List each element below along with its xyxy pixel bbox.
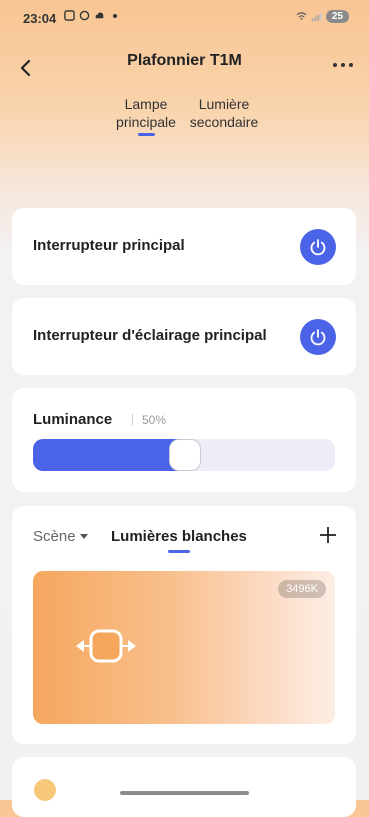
wifi-icon	[296, 12, 307, 20]
system-icons: 25	[296, 10, 349, 23]
luminance-value: 50%	[142, 413, 167, 427]
lighting-switch-label: Interrupteur d'éclairage principal	[33, 327, 267, 344]
screenshot-icon	[64, 10, 75, 21]
more-options-icon[interactable]	[333, 63, 353, 67]
main-switch-label: Interrupteur principal	[33, 237, 185, 254]
home-indicator[interactable]	[120, 791, 249, 795]
scene-tab[interactable]: Scène	[33, 528, 88, 545]
scene-card: Scène Lumières blanches 3496K	[12, 506, 356, 744]
bottom-card-icon	[34, 779, 56, 801]
tab-main-lamp-line2: principale	[116, 114, 176, 130]
whatsapp-icon	[79, 10, 90, 21]
white-light-tab-indicator	[168, 550, 190, 553]
scene-tab-label: Scène	[33, 528, 76, 545]
luminance-separator	[132, 414, 133, 425]
luminance-label: Luminance	[33, 411, 113, 428]
color-temperature-badge: 3496K	[278, 580, 326, 598]
tab-secondary-light-line2: secondaire	[189, 114, 259, 130]
battery-indicator: 25	[325, 10, 349, 23]
main-power-button[interactable]	[300, 229, 336, 265]
luminance-card: Luminance 50%	[12, 388, 356, 492]
main-switch-card: Interrupteur principal	[12, 208, 356, 285]
lighting-switch-card: Interrupteur d'éclairage principal	[12, 298, 356, 375]
power-icon	[310, 239, 326, 256]
tab-main-lamp[interactable]: Lampe principale	[112, 95, 180, 131]
notification-icons	[64, 10, 117, 21]
lighting-power-button[interactable]	[300, 319, 336, 355]
page-title: Plafonnier T1M	[127, 52, 242, 69]
power-icon	[310, 329, 326, 346]
bottom-card	[12, 757, 356, 817]
white-light-tab[interactable]: Lumières blanches	[111, 528, 247, 545]
color-temperature-picker[interactable]: 3496K	[33, 571, 335, 724]
active-tab-indicator	[138, 133, 155, 136]
luminance-slider-thumb[interactable]	[169, 439, 201, 471]
temperature-handle-icon[interactable]	[74, 628, 138, 664]
tab-secondary-light[interactable]: Lumière secondaire	[186, 95, 262, 131]
status-time: 23:04	[23, 11, 57, 26]
more-notifications-dot	[113, 13, 117, 18]
cloud-icon	[95, 12, 104, 19]
tab-main-lamp-line1: Lampe	[124, 96, 168, 112]
chevron-down-icon	[79, 534, 88, 539]
status-bar: 23:04 25	[0, 0, 369, 36]
add-icon[interactable]	[319, 526, 337, 544]
signal-icon	[311, 12, 322, 22]
tab-secondary-light-line1: Lumière	[198, 96, 250, 112]
